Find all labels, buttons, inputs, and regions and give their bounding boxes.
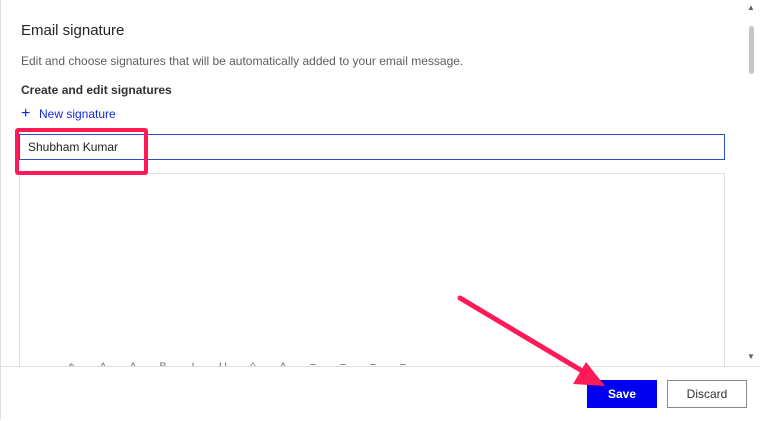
chevron-up-icon[interactable]: ▲ xyxy=(747,4,755,12)
signature-editor[interactable] xyxy=(19,173,725,373)
save-button[interactable]: Save xyxy=(587,380,657,408)
discard-button[interactable]: Discard xyxy=(667,380,747,408)
panel-description: Edit and choose signatures that will be … xyxy=(21,54,464,68)
scrollbar[interactable]: ▲ ▼ xyxy=(745,4,757,364)
plus-icon: + xyxy=(21,105,31,122)
chevron-down-icon[interactable]: ▼ xyxy=(747,353,755,361)
new-signature-label: New signature xyxy=(39,107,116,121)
email-signature-panel: Email signature Edit and choose signatur… xyxy=(0,0,760,421)
new-signature-button[interactable]: + New signature xyxy=(21,105,116,122)
signature-name-input[interactable] xyxy=(19,134,725,160)
page-title: Email signature xyxy=(21,22,125,39)
scroll-thumb[interactable] xyxy=(749,26,754,74)
section-heading: Create and edit signatures xyxy=(21,83,172,97)
